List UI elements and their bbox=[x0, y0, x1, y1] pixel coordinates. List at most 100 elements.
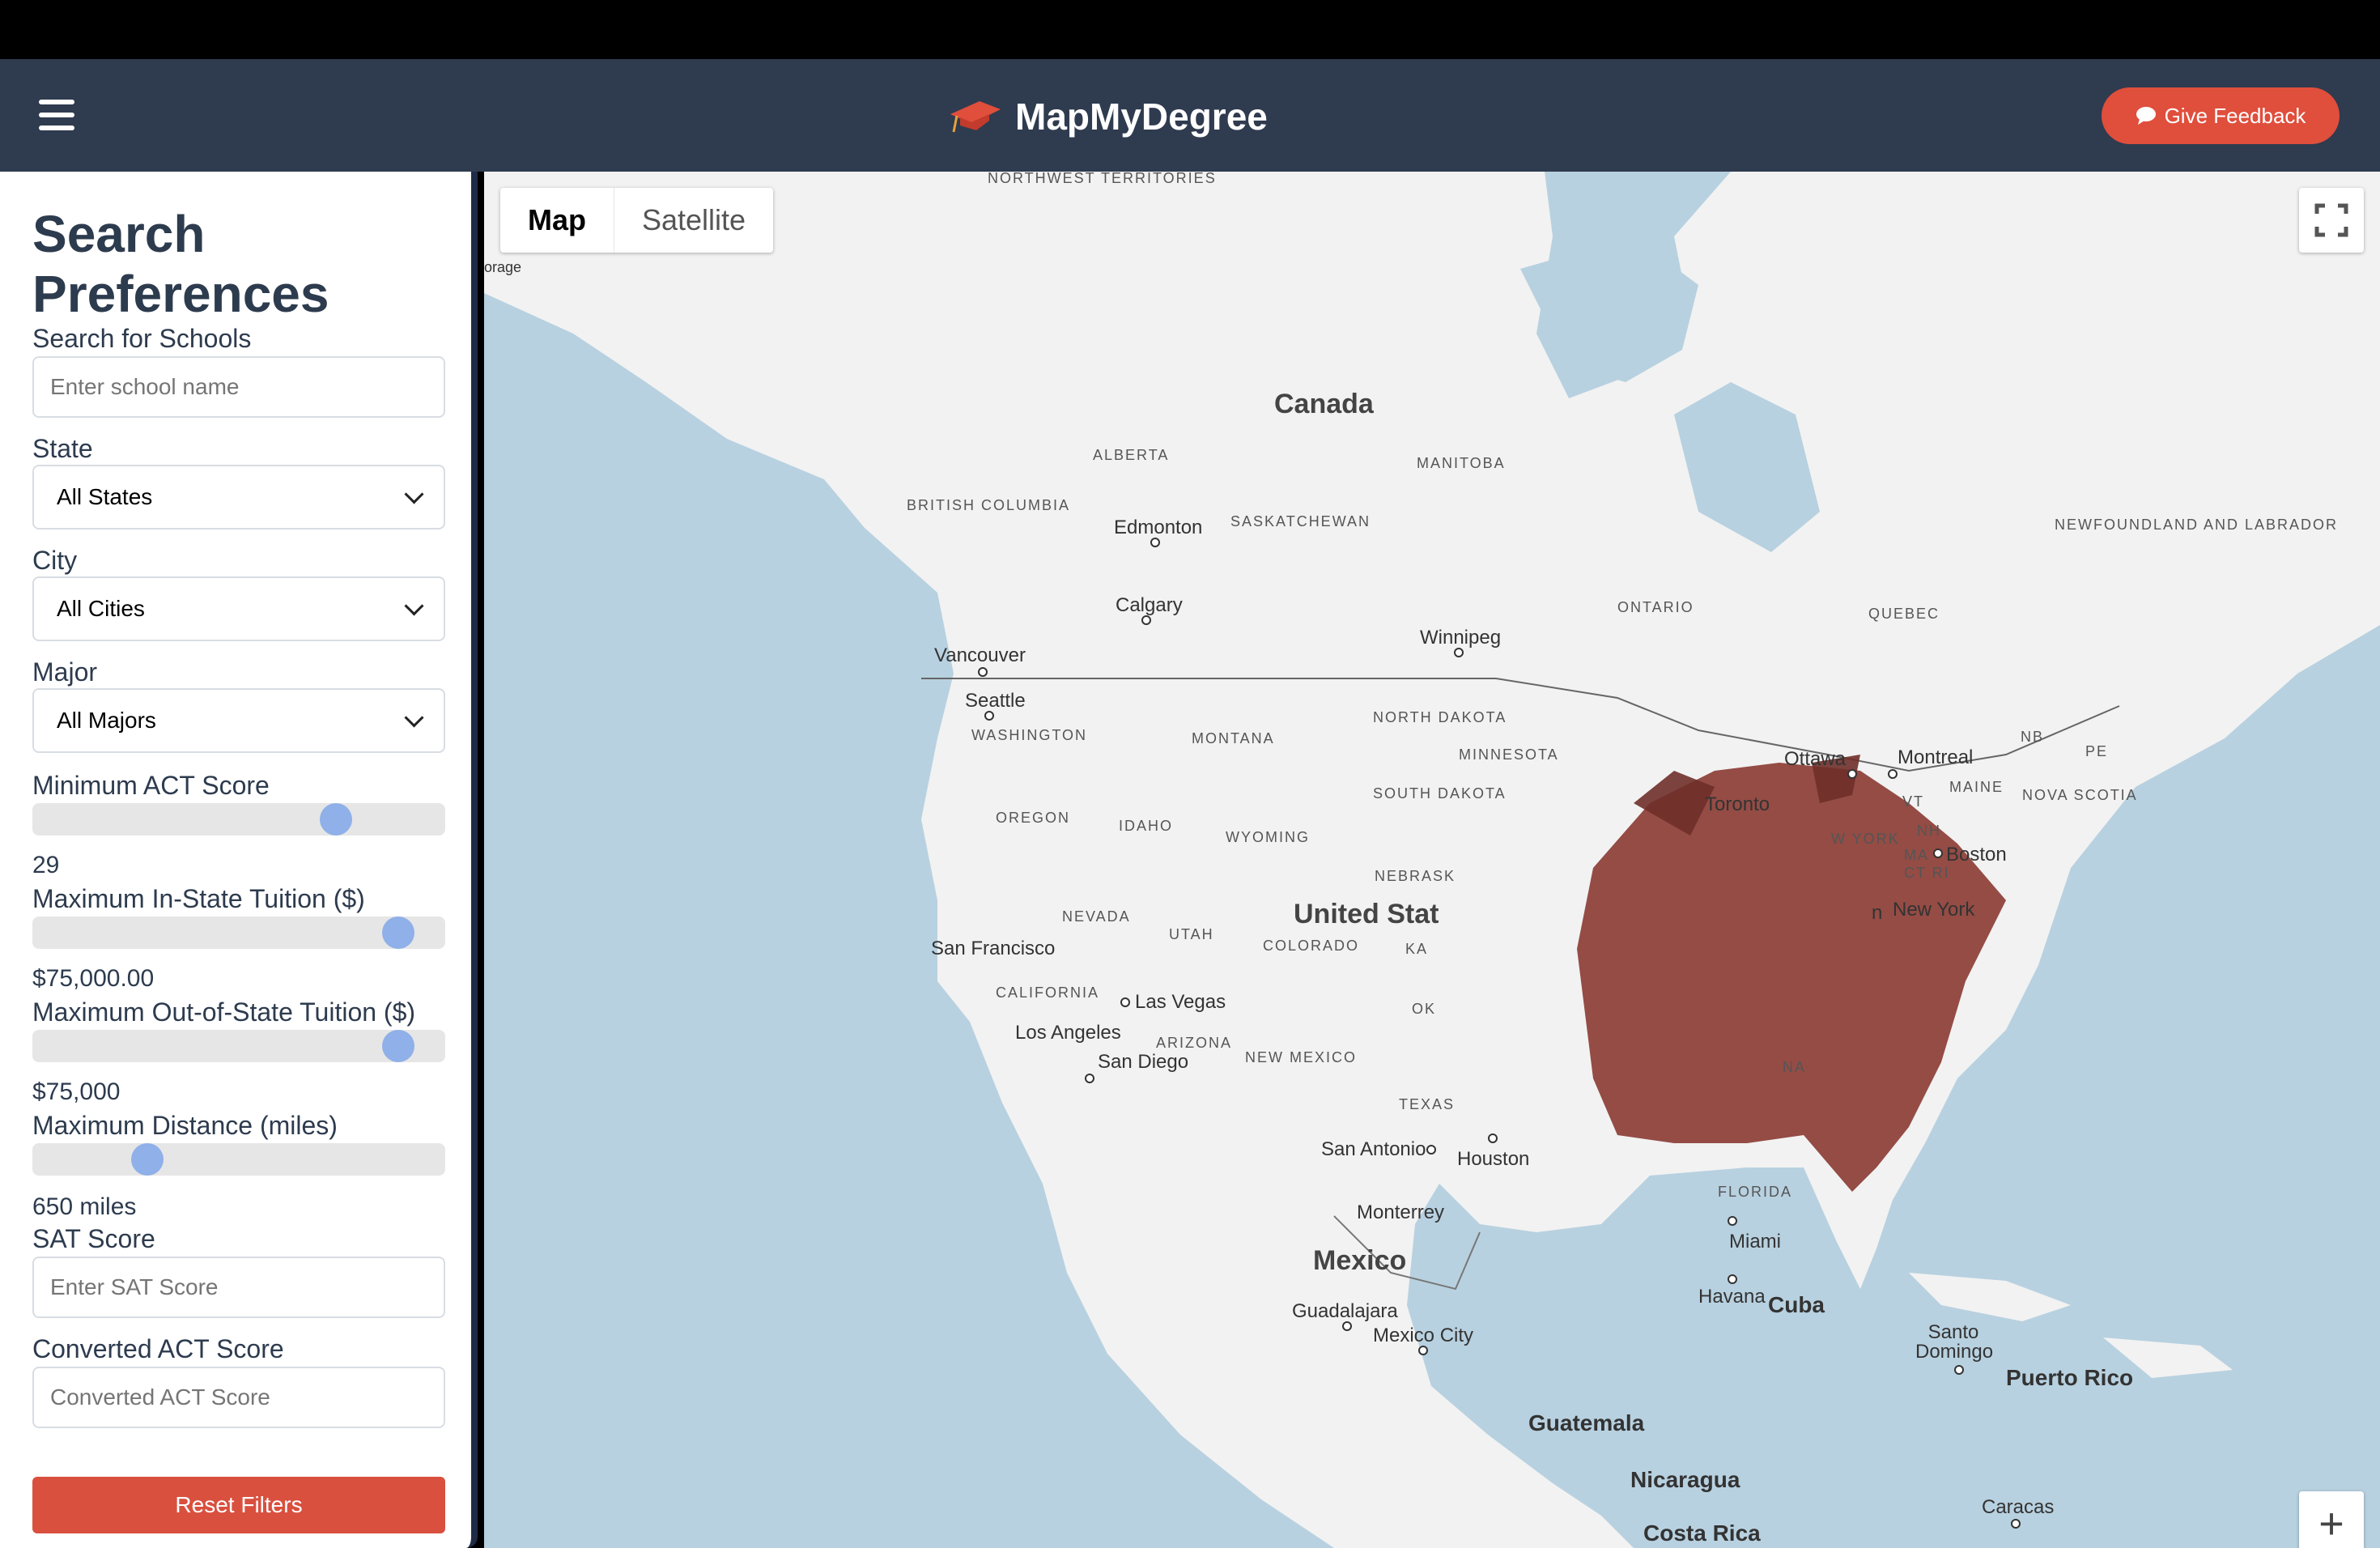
map-label-anchorage: orage bbox=[484, 259, 522, 275]
map-label-san-antonio: San Antonio bbox=[1321, 1138, 1426, 1160]
map-label-houston: Houston bbox=[1457, 1148, 1530, 1170]
map-label-quebec: QUEBEC bbox=[1868, 606, 1940, 622]
city-dot-santo-domingo bbox=[1954, 1365, 1964, 1375]
city-dot-houston bbox=[1488, 1133, 1498, 1143]
map-label-winnipeg: Winnipeg bbox=[1420, 627, 1502, 649]
map-label-calgary: Calgary bbox=[1116, 594, 1183, 616]
map-label-jn: n bbox=[1872, 902, 1883, 924]
map-label-california: CALIFORNIA bbox=[996, 985, 1100, 1001]
sat-score-input[interactable] bbox=[32, 1257, 445, 1318]
city-dot-miami bbox=[1728, 1216, 1737, 1226]
map-label-san-diego: San Diego bbox=[1098, 1051, 1189, 1073]
fullscreen-icon[interactable] bbox=[2299, 188, 2364, 253]
map-label-pe: PE bbox=[2085, 743, 2109, 759]
map-label-ontario: ONTARIO bbox=[1617, 599, 1694, 615]
map-label-ct-ri: CT RI bbox=[1904, 865, 1950, 881]
reset-filters-button[interactable]: Reset Filters bbox=[32, 1477, 445, 1533]
map-label-nh: NH bbox=[1917, 823, 1941, 839]
chevron-down-icon bbox=[404, 595, 424, 616]
out-state-tuition-slider[interactable] bbox=[32, 1030, 445, 1062]
brand[interactable]: MapMyDegree bbox=[947, 88, 1268, 145]
zoom-in-icon[interactable]: + bbox=[2299, 1491, 2364, 1548]
city-dot-guadalajara bbox=[1342, 1321, 1352, 1331]
map-label-florida: FLORIDA bbox=[1718, 1184, 1793, 1200]
map-label-puerto-rico: Puerto Rico bbox=[2006, 1365, 2134, 1390]
state-label: State bbox=[32, 434, 93, 463]
city-select-value: All Cities bbox=[57, 596, 145, 621]
city-dot-caracas bbox=[2011, 1519, 2021, 1529]
school-search-input[interactable] bbox=[32, 356, 445, 418]
in-state-tuition-label: Maximum In-State Tuition ($) bbox=[32, 884, 365, 913]
converted-act-input[interactable] bbox=[32, 1367, 445, 1428]
in-state-slider-thumb[interactable] bbox=[382, 916, 414, 949]
map-label-nova-scotia: NOVA SCOTIA bbox=[2022, 787, 2138, 803]
map-label-nc: NA bbox=[1783, 1059, 1807, 1075]
city-dot-san-antonio bbox=[1426, 1145, 1436, 1155]
act-score-value: 29 bbox=[32, 852, 60, 878]
map-type-map-button[interactable]: Map bbox=[500, 188, 614, 253]
map-label-new-york-state: W YORK bbox=[1831, 831, 1900, 847]
city-dot-winnipeg bbox=[1454, 648, 1464, 657]
act-score-label: Minimum ACT Score bbox=[32, 771, 270, 800]
browser-top-bar bbox=[0, 0, 2380, 59]
map-label-arizona: ARIZONA bbox=[1156, 1035, 1233, 1051]
map-label-nicaragua: Nicaragua bbox=[1630, 1467, 1740, 1492]
major-select[interactable]: All Majors bbox=[32, 688, 445, 753]
map-label-vt: VT bbox=[1902, 793, 1925, 810]
in-state-tuition-value: $75,000.00 bbox=[32, 965, 155, 992]
state-select[interactable]: All States bbox=[32, 465, 445, 529]
city-select[interactable]: All Cities bbox=[32, 576, 445, 641]
act-score-slider[interactable] bbox=[32, 803, 445, 836]
brand-title: MapMyDegree bbox=[1015, 96, 1268, 138]
map-label-canada: Canada bbox=[1274, 389, 1374, 419]
sidebar-title: Search Preferences bbox=[32, 205, 329, 323]
map-label-north-dakota: NORTH DAKOTA bbox=[1373, 709, 1507, 725]
map-label-montreal: Montreal bbox=[1898, 746, 1974, 768]
act-slider-thumb[interactable] bbox=[320, 803, 352, 836]
city-dot-ottawa bbox=[1847, 769, 1857, 779]
in-state-tuition-slider[interactable] bbox=[32, 916, 445, 949]
distance-slider[interactable] bbox=[32, 1143, 445, 1176]
city-dot-vancouver bbox=[978, 667, 988, 677]
map-label-ok: OK bbox=[1412, 1001, 1437, 1017]
converted-act-label: Converted ACT Score bbox=[32, 1334, 284, 1363]
city-dot-montreal bbox=[1888, 769, 1898, 779]
city-dot-boston bbox=[1933, 848, 1943, 858]
give-feedback-button[interactable]: Give Feedback bbox=[2102, 87, 2340, 144]
map-label-cuba: Cuba bbox=[1768, 1292, 1825, 1317]
map-label-newfoundland: NEWFOUNDLAND AND LABRADOR bbox=[2055, 517, 2339, 533]
map-label-santo-domingo: Santo Domingo bbox=[1915, 1321, 1994, 1363]
distance-value: 650 miles bbox=[32, 1193, 137, 1220]
city-dot-calgary bbox=[1141, 615, 1151, 625]
map-label-costa-rica: Costa Rica bbox=[1643, 1520, 1761, 1546]
map-label-manitoba: MANITOBA bbox=[1417, 455, 1506, 471]
map-label-nwt: NORTHWEST TERRITORIES bbox=[988, 172, 1217, 186]
map-label-edmonton: Edmonton bbox=[1114, 517, 1203, 538]
map-type-control: Map Satellite bbox=[500, 188, 774, 253]
map-label-ka: KA bbox=[1405, 941, 1429, 957]
map-label-new-mexico: NEW MEXICO bbox=[1245, 1049, 1358, 1065]
give-feedback-label: Give Feedback bbox=[2164, 103, 2306, 128]
map-label-idaho: IDAHO bbox=[1119, 818, 1174, 834]
map-label-caracas: Caracas bbox=[1982, 1496, 2055, 1518]
map-label-maine: MAINE bbox=[1949, 779, 2004, 795]
map-label-las-vegas: Las Vegas bbox=[1135, 991, 1226, 1013]
city-dot-mexico-city bbox=[1418, 1346, 1428, 1355]
state-select-value: All States bbox=[57, 484, 153, 509]
map-type-satellite-button[interactable]: Satellite bbox=[614, 188, 773, 253]
map-label-nb: NB bbox=[2021, 729, 2045, 745]
map-label-havana: Havana bbox=[1698, 1286, 1766, 1308]
map-label-miami: Miami bbox=[1729, 1231, 1781, 1252]
map-view[interactable]: Map Satellite + NORTHWEST TERRITORIES or… bbox=[484, 172, 2380, 1548]
map-label-washington: WASHINGTON bbox=[971, 727, 1088, 743]
hamburger-menu-icon[interactable] bbox=[39, 100, 74, 130]
city-dot-las-vegas bbox=[1120, 997, 1130, 1007]
map-label-ottawa: Ottawa bbox=[1784, 748, 1847, 770]
sat-score-label: SAT Score bbox=[32, 1224, 155, 1253]
graduation-cap-icon bbox=[950, 101, 1001, 133]
map-label-alberta: ALBERTA bbox=[1093, 447, 1170, 463]
map-label-colorado: COLORADO bbox=[1263, 938, 1360, 954]
city-dot-san-diego bbox=[1085, 1074, 1094, 1083]
out-state-slider-thumb[interactable] bbox=[382, 1030, 414, 1062]
distance-slider-thumb[interactable] bbox=[131, 1143, 164, 1176]
